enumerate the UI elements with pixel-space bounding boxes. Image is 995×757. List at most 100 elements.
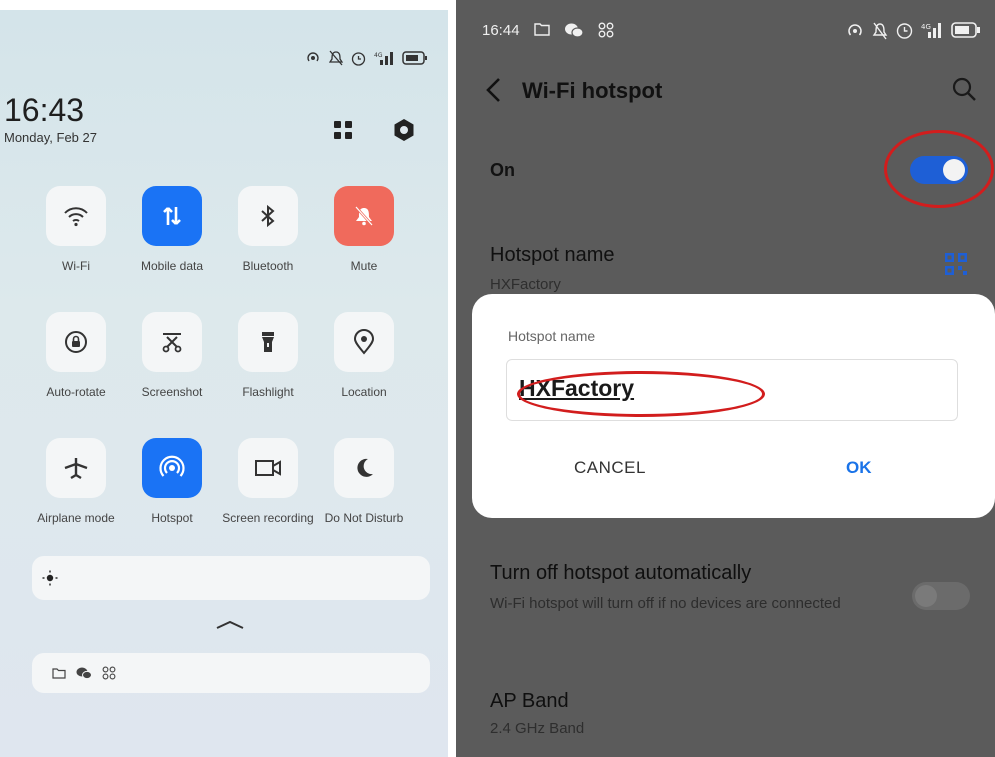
tile-auto-rotate[interactable]: Auto-rotate — [28, 304, 124, 430]
tile-bluetooth-button[interactable] — [238, 186, 298, 246]
mute-status-icon — [329, 50, 343, 66]
page-title: Wi-Fi hotspot — [522, 78, 663, 103]
tile-label: Screenshot — [141, 385, 203, 399]
folder-icon — [52, 667, 66, 679]
qr-code-icon[interactable] — [944, 252, 968, 276]
tile-wifi[interactable]: Wi-Fi — [28, 178, 124, 304]
auto-off-toggle[interactable] — [912, 582, 970, 610]
mute-icon — [353, 205, 375, 227]
cancel-button[interactable]: CANCEL — [574, 458, 646, 478]
tile-flashlight-button[interactable] — [238, 312, 298, 372]
tile-hotspot-button[interactable] — [142, 438, 202, 498]
clock-time: 16:43 — [4, 92, 85, 128]
wechat-icon — [564, 22, 584, 38]
airplane-icon — [63, 456, 89, 480]
svg-text:4G: 4G — [921, 23, 931, 31]
back-arrow-icon[interactable] — [484, 76, 504, 104]
wifi-icon — [63, 205, 89, 227]
svg-text:4G: 4G — [374, 52, 383, 59]
battery-status-icon — [951, 22, 981, 40]
tile-label: Do Not Disturb — [324, 511, 404, 525]
tile-mute[interactable]: Mute — [316, 178, 412, 304]
hotspot-name-value: HXFactory — [490, 276, 561, 293]
alarm-status-icon — [896, 22, 913, 40]
wechat-icon — [76, 666, 92, 680]
notification-bar[interactable] — [32, 653, 430, 693]
tile-label: Airplane mode — [37, 511, 115, 525]
dialog-title: Hotspot name — [508, 328, 596, 344]
brightness-icon — [42, 570, 58, 586]
clock-date: Monday, Feb 27 — [4, 130, 97, 145]
tile-mute-button[interactable] — [334, 186, 394, 246]
tile-label: Location — [341, 385, 387, 399]
tile-screenshot[interactable]: Screenshot — [124, 304, 220, 430]
hotspot-name-label[interactable]: Hotspot name — [490, 244, 615, 267]
battery-status-icon — [402, 51, 428, 65]
alarm-status-icon — [351, 51, 366, 66]
folder-icon — [534, 22, 550, 38]
auto-off-label: Turn off hotspot automatically — [490, 562, 752, 584]
auto-off-description: Wi-Fi hotspot will turn off if no device… — [490, 595, 841, 612]
highlight-circle-toggle — [884, 130, 994, 208]
tile-label: Mobile data — [140, 259, 204, 273]
screen-record-icon — [254, 458, 282, 478]
brightness-slider[interactable] — [32, 556, 430, 600]
tile-bluetooth[interactable]: Bluetooth — [220, 178, 316, 304]
hotspot-status-icon — [846, 22, 864, 40]
hotspot-on-label: On — [490, 160, 515, 180]
apps-icon — [102, 666, 116, 680]
moon-icon — [353, 457, 375, 479]
tile-label: Wi-Fi — [62, 259, 90, 273]
tile-screenshot-button[interactable] — [142, 312, 202, 372]
tile-hotspot[interactable]: Hotspot — [124, 430, 220, 556]
quick-settings-top-icons — [332, 118, 416, 142]
mute-status-icon — [872, 22, 888, 40]
search-icon[interactable] — [951, 76, 977, 102]
collapse-handle-icon[interactable] — [215, 620, 245, 630]
tile-label: Flashlight — [242, 385, 294, 399]
hotspot-icon — [159, 455, 185, 481]
signal-4g-status-icon: 4G — [374, 51, 394, 65]
status-bar-right: 16:44 4G — [456, 0, 995, 60]
grid-icon[interactable] — [332, 119, 354, 141]
status-system-icons: 4G — [846, 22, 981, 40]
tile-label: Hotspot — [151, 511, 193, 525]
tile-mobile-data-button[interactable] — [142, 186, 202, 246]
tile-location[interactable]: Location — [316, 304, 412, 430]
ap-band-label[interactable]: AP Band — [490, 690, 569, 713]
tile-screen-recording[interactable]: Screen recording — [220, 430, 316, 556]
status-notification-icons — [534, 22, 614, 38]
status-time: 16:44 — [482, 22, 520, 39]
screenshot-icon — [160, 330, 184, 354]
tile-do-not-disturb[interactable]: Do Not Disturb — [316, 430, 412, 556]
app-bar: Wi-Fi hotspot — [456, 68, 995, 116]
auto-rotate-icon — [64, 330, 88, 354]
signal-4g-status-icon: 4G — [921, 22, 943, 40]
tile-do-not-disturb-button[interactable] — [334, 438, 394, 498]
tile-label: Screen recording — [222, 511, 314, 525]
location-icon — [353, 329, 375, 355]
wifi-hotspot-screen: 16:44 4G Wi-Fi hotspot On Hotspot name H… — [456, 0, 995, 757]
hotspot-status-icon — [305, 50, 321, 66]
hotspot-name-input[interactable]: HXFactory — [506, 359, 958, 421]
quick-settings-panel: 4G 16:43 Monday, Feb 27 Wi-Fi Mobile dat… — [0, 10, 448, 757]
tile-location-button[interactable] — [334, 312, 394, 372]
quick-tiles-grid: Wi-Fi Mobile data Bluetooth Mute Auto-ro… — [28, 178, 432, 556]
bluetooth-icon — [259, 204, 277, 228]
tile-airplane-mode-button[interactable] — [46, 438, 106, 498]
tile-screen-recording-button[interactable] — [238, 438, 298, 498]
highlight-circle-name — [517, 371, 765, 417]
tile-airplane-mode[interactable]: Airplane mode — [28, 430, 124, 556]
ok-button[interactable]: OK — [846, 458, 872, 478]
tile-auto-rotate-button[interactable] — [46, 312, 106, 372]
settings-icon[interactable] — [392, 118, 416, 142]
tile-label: Bluetooth — [242, 259, 294, 273]
status-bar-left: 4G — [305, 50, 428, 66]
ap-band-value: 2.4 GHz Band — [490, 720, 585, 737]
hotspot-name-dialog: Hotspot name HXFactory CANCEL OK — [472, 294, 995, 518]
tile-label: Auto-rotate — [46, 385, 106, 399]
flashlight-icon — [259, 330, 277, 354]
tile-mobile-data[interactable]: Mobile data — [124, 178, 220, 304]
tile-flashlight[interactable]: Flashlight — [220, 304, 316, 430]
tile-wifi-button[interactable] — [46, 186, 106, 246]
